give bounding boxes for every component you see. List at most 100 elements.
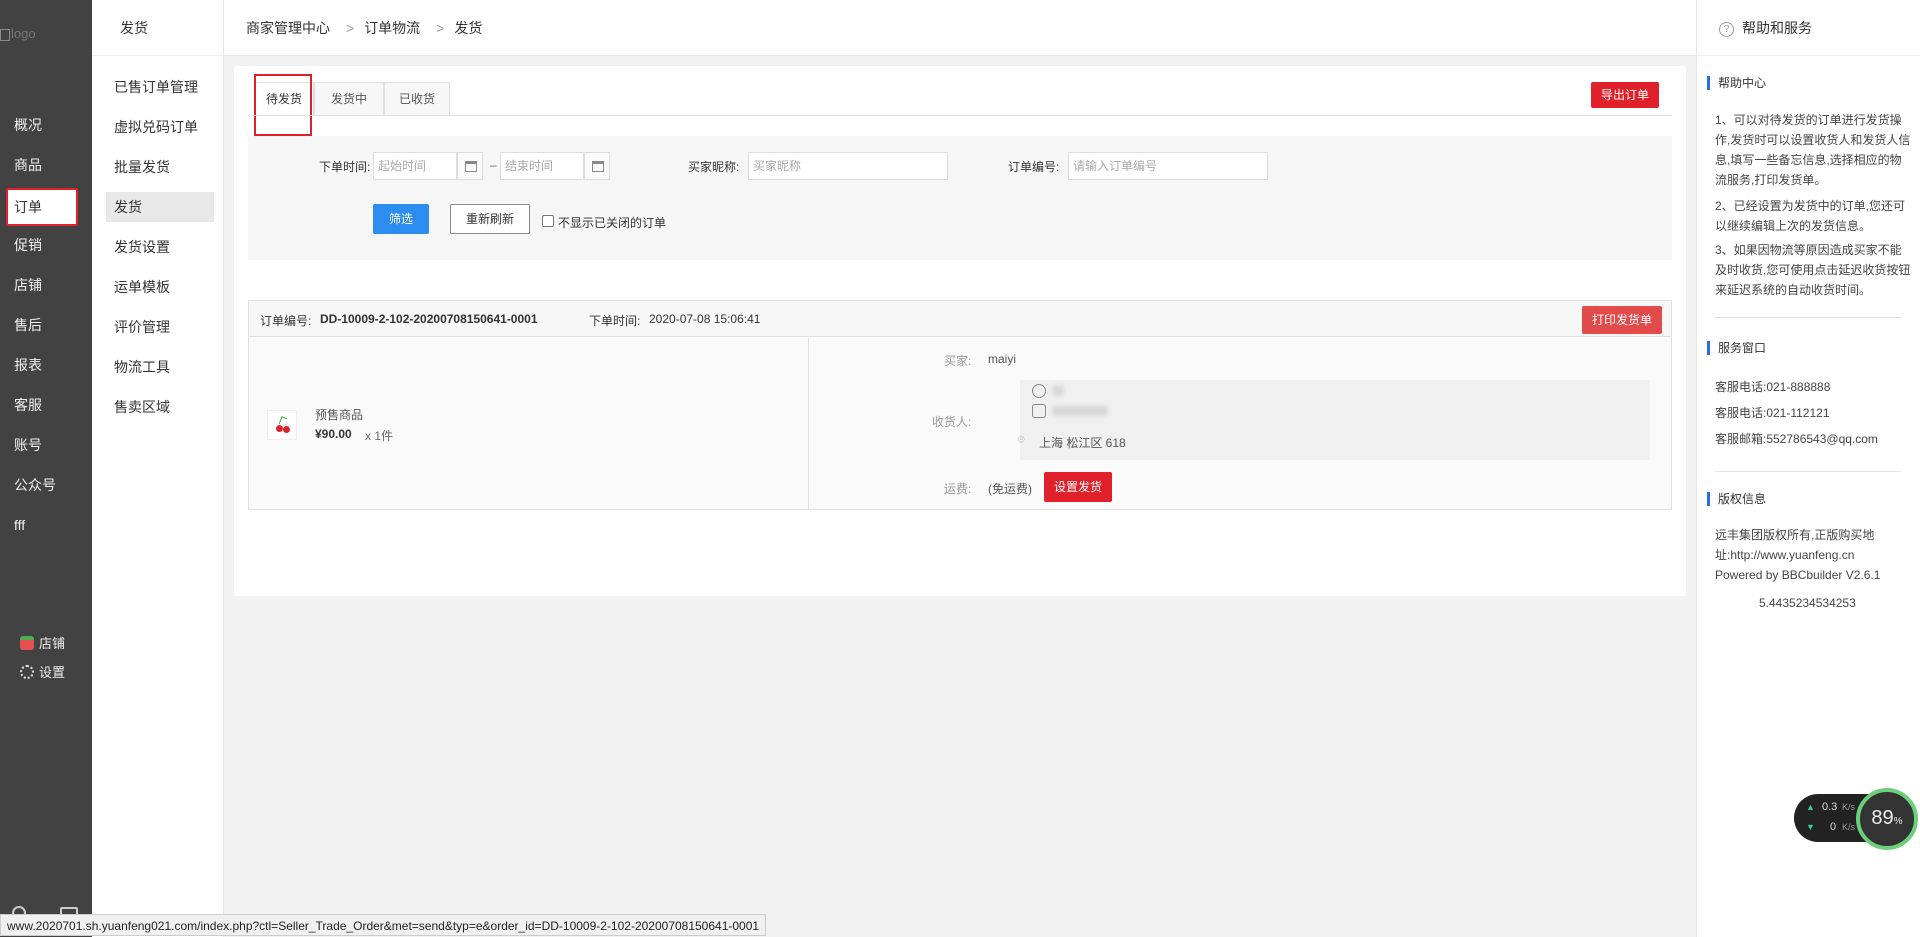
tab-divider (248, 115, 1672, 116)
filter-panel: 下单时间: 起始时间 – 结束时间 买家昵称: 买家昵称 订单编号: 请输入订单… (248, 136, 1672, 260)
download-speed: 0 (1830, 821, 1837, 833)
memory-gauge[interactable]: 89% (1856, 788, 1918, 850)
main-panel: 待发货 发货中 已收货 导出订单 下单时间: 起始时间 – 结束时间 买家昵称:… (234, 66, 1686, 596)
gear-icon (20, 665, 34, 679)
breadcrumb-item-logistics[interactable]: 订单物流 (364, 20, 420, 36)
service-phone-2: 客服电话:021-112121 (1715, 406, 1830, 420)
nav-service[interactable]: 客服 (0, 385, 92, 425)
order-number-input[interactable]: 请输入订单编号 (1068, 152, 1268, 180)
nav-aftersale[interactable]: 售后 (0, 305, 92, 345)
nav-account[interactable]: 账号 (0, 425, 92, 465)
nav-overview[interactable]: 概况 (0, 105, 92, 145)
export-orders-button[interactable]: 导出订单 (1591, 82, 1659, 108)
sub-item-review[interactable]: 评价管理 (106, 312, 214, 342)
download-arrow-icon: ▼ (1806, 822, 1815, 832)
order-number-label: 订单编号: (1008, 160, 1060, 174)
order-number-caption: 订单编号: (260, 314, 312, 328)
calendar-icon[interactable] (584, 152, 610, 180)
buyer-nickname-label: 买家昵称: (688, 160, 740, 174)
version-number: 5.4435234534253 (1759, 596, 1856, 610)
product-name[interactable]: 预售商品 (315, 406, 363, 423)
filter-button[interactable]: 筛选 (373, 204, 429, 234)
memory-percent: 89 (1871, 807, 1894, 829)
print-shipping-button[interactable]: 打印发货单 (1582, 306, 1662, 334)
copyright-text: 远丰集团版权所有,正版购买地址:http://www.yuanfeng.cn (1715, 528, 1875, 562)
sub-item-ship[interactable]: 发货 (106, 192, 214, 222)
sub-sidebar: 发货 已售订单管理 虚拟兑码订单 批量发货 发货 发货设置 运单模板 评价管理 … (92, 0, 224, 937)
order-header: 订单编号: DD-10009-2-102-20200708150641-0001… (249, 301, 1671, 337)
powered-by: Powered by BBCbuilder V2.6.1 (1715, 568, 1881, 582)
receiver-address-box: ⌾ 上海 松江区 618 (1018, 380, 1650, 460)
logo-alt-text: logo (11, 26, 36, 41)
set-shipping-button[interactable]: 设置发货 (1044, 472, 1112, 502)
receiver-caption: 收货人: (932, 415, 972, 429)
sub-item-ship-settings[interactable]: 发货设置 (106, 232, 214, 262)
product-quantity: x 1件 (365, 429, 394, 443)
help-item-3: 3、如果因物流等原因造成买家不能及时收货,您可使用点击延迟收货按钮来延迟系统的自… (1715, 243, 1911, 297)
order-shipping-panel: 买家: maiyi 收货人: ⌾ 上海 松江区 618 运费: (免运费) 设置… (810, 338, 1671, 509)
sub-item-sale-region[interactable]: 售卖区域 (106, 392, 214, 422)
tool-settings-label: 设置 (39, 665, 66, 680)
service-email: 客服邮箱:552786543@qq.com (1715, 432, 1878, 446)
hide-closed-checkbox[interactable] (542, 215, 554, 227)
status-bar-url: www.2020701.sh.yuanfeng021.com/index.php… (0, 914, 767, 936)
help-item-2: 2、已经设置为发货中的订单,您还可以继续编辑上次的发货信息。 (1715, 199, 1906, 233)
sub-item-waybill-template[interactable]: 运单模板 (106, 272, 214, 302)
product-thumbnail[interactable] (267, 410, 297, 440)
freight-caption: 运费: (944, 482, 972, 496)
tool-shop-label: 店铺 (39, 636, 66, 651)
order-time-label: 下单时间: (319, 160, 371, 174)
tab-shipping[interactable]: 发货中 (314, 82, 384, 115)
freight-value: (免运费) (988, 482, 1032, 496)
sub-item-batch-ship[interactable]: 批量发货 (106, 152, 214, 182)
buyer-caption: 买家: (944, 354, 972, 368)
nav-goods[interactable]: 商品 (0, 145, 92, 185)
buyer-value: maiyi (988, 352, 1017, 366)
help-icon: ? (1719, 22, 1734, 37)
breadcrumb-separator-icon: > (346, 20, 355, 36)
shop-icon (20, 636, 34, 650)
sub-item-logistics-tools[interactable]: 物流工具 (106, 352, 214, 382)
divider (1715, 317, 1901, 318)
calendar-icon[interactable] (457, 152, 483, 180)
divider (1715, 471, 1901, 472)
tab-highlight-box (254, 74, 312, 136)
sub-sidebar-title: 发货 (92, 0, 223, 56)
reset-button[interactable]: 重新刷新 (450, 204, 530, 234)
order-product-panel: 预售商品 ¥90.00 x 1件 (249, 338, 809, 509)
breadcrumb: 商家管理中心 > 订单物流 > 发货 (246, 0, 488, 56)
help-center-title: 帮助中心 (1707, 76, 1766, 90)
buyer-nickname-input[interactable]: 买家昵称 (748, 152, 948, 180)
breadcrumb-item-home[interactable]: 商家管理中心 (246, 20, 330, 36)
order-time-caption: 下单时间: (589, 314, 641, 328)
main-sidebar: logo 概况 商品 订单 促销 店铺 售后 报表 客服 账号 公众号 fff … (0, 0, 92, 937)
copyright-title: 版权信息 (1707, 492, 1766, 506)
nav-shop[interactable]: 店铺 (0, 265, 92, 305)
date-range-dash: – (490, 158, 497, 172)
location-pin-icon: ⌾ (1018, 434, 1025, 446)
nav-orders[interactable]: 订单 (6, 188, 78, 226)
blurred-phone (1052, 406, 1108, 416)
download-unit: K/s (1842, 822, 1856, 832)
start-time-input[interactable]: 起始时间 (373, 152, 457, 180)
service-title: 服务窗口 (1707, 341, 1766, 355)
nav-reports[interactable]: 报表 (0, 345, 92, 385)
product-price: ¥90.00 (315, 427, 352, 441)
service-phone-1: 客服电话:021-888888 (1715, 380, 1831, 394)
end-time-input[interactable]: 结束时间 (500, 152, 584, 180)
nav-promotion[interactable]: 促销 (0, 225, 92, 265)
sub-item-sold-orders[interactable]: 已售订单管理 (106, 72, 214, 102)
logo[interactable]: logo (0, 26, 36, 41)
tool-settings[interactable]: 设置 (20, 662, 65, 681)
user-icon (1032, 384, 1046, 398)
upload-arrow-icon: ▲ (1806, 802, 1815, 812)
order-time-value: 2020-07-08 15:06:41 (649, 312, 761, 326)
breadcrumb-separator-icon: > (436, 20, 445, 36)
tool-shop[interactable]: 店铺 (20, 633, 65, 652)
tab-received[interactable]: 已收货 (384, 82, 450, 115)
nav-fff[interactable]: fff (0, 505, 92, 545)
nav-wechat[interactable]: 公众号 (0, 465, 92, 505)
sub-item-virtual-orders[interactable]: 虚拟兑码订单 (106, 112, 214, 142)
help-item-1: 1、可以对待发货的订单进行发货操作,发货时可以设置收货人和发货人信息,填写一些备… (1715, 113, 1911, 187)
breadcrumb-item-current: 发货 (454, 20, 483, 36)
